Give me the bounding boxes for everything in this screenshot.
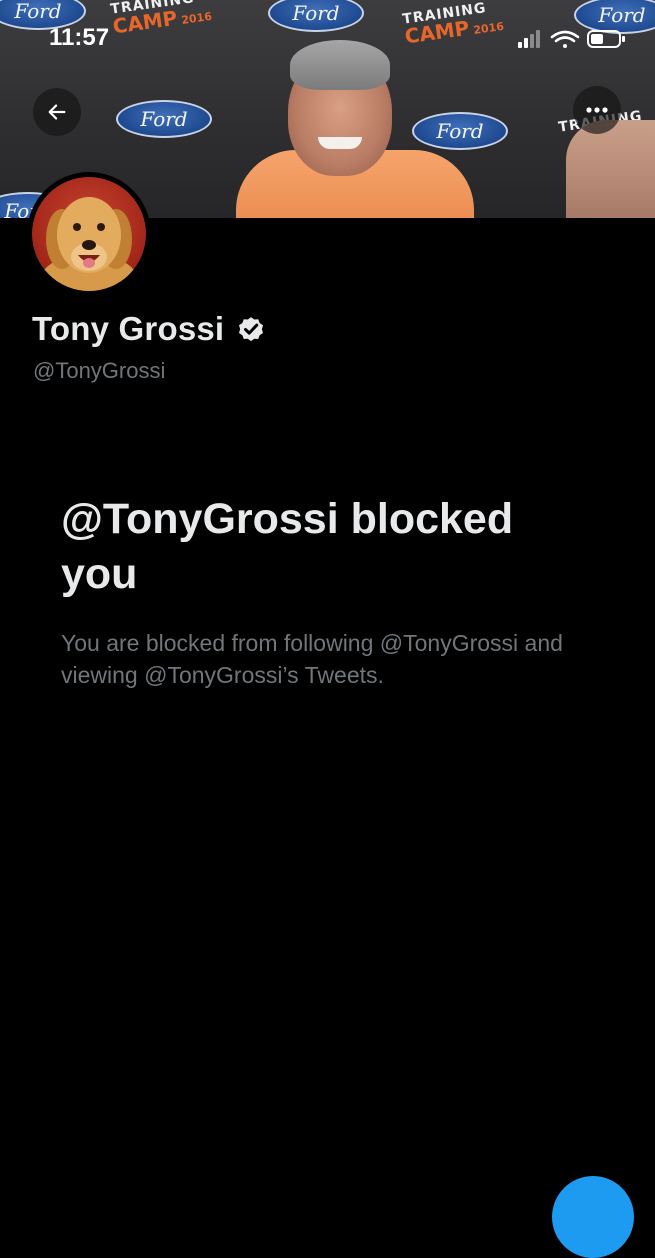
- profile-avatar[interactable]: [27, 172, 151, 296]
- ford-logo: Ford: [268, 0, 364, 32]
- profile-name-row: Tony Grossi: [32, 310, 266, 348]
- verified-badge-icon: [239, 317, 264, 342]
- back-button[interactable]: [33, 88, 81, 136]
- avatar-dog-image: [32, 177, 146, 291]
- blocked-title: @TonyGrossi blocked you: [61, 495, 514, 598]
- ford-logo: Ford: [412, 112, 508, 150]
- signal-icon: [518, 30, 540, 48]
- more-dots-icon: [586, 107, 608, 113]
- more-options-button[interactable]: [573, 86, 621, 134]
- training-camp-logo: TRAINING CAMP 2016: [109, 0, 213, 39]
- blocked-description: You are blocked from following @TonyGros…: [61, 630, 563, 688]
- status-time: 11:57: [49, 24, 110, 51]
- compose-button[interactable]: [552, 1176, 634, 1258]
- profile-handle: @TonyGrossi: [33, 358, 166, 383]
- status-icons: [518, 30, 625, 48]
- training-camp-logo: TRAINING CAMP 2016: [401, 0, 505, 49]
- person-hair: [290, 40, 390, 90]
- wifi-icon: [550, 30, 580, 48]
- display-name: Tony Grossi: [32, 310, 225, 347]
- person-smile: [318, 137, 362, 149]
- battery-icon: [587, 30, 625, 48]
- ford-logo: Ford: [116, 100, 212, 138]
- person-partial: [566, 120, 655, 218]
- back-arrow-icon: [48, 104, 66, 120]
